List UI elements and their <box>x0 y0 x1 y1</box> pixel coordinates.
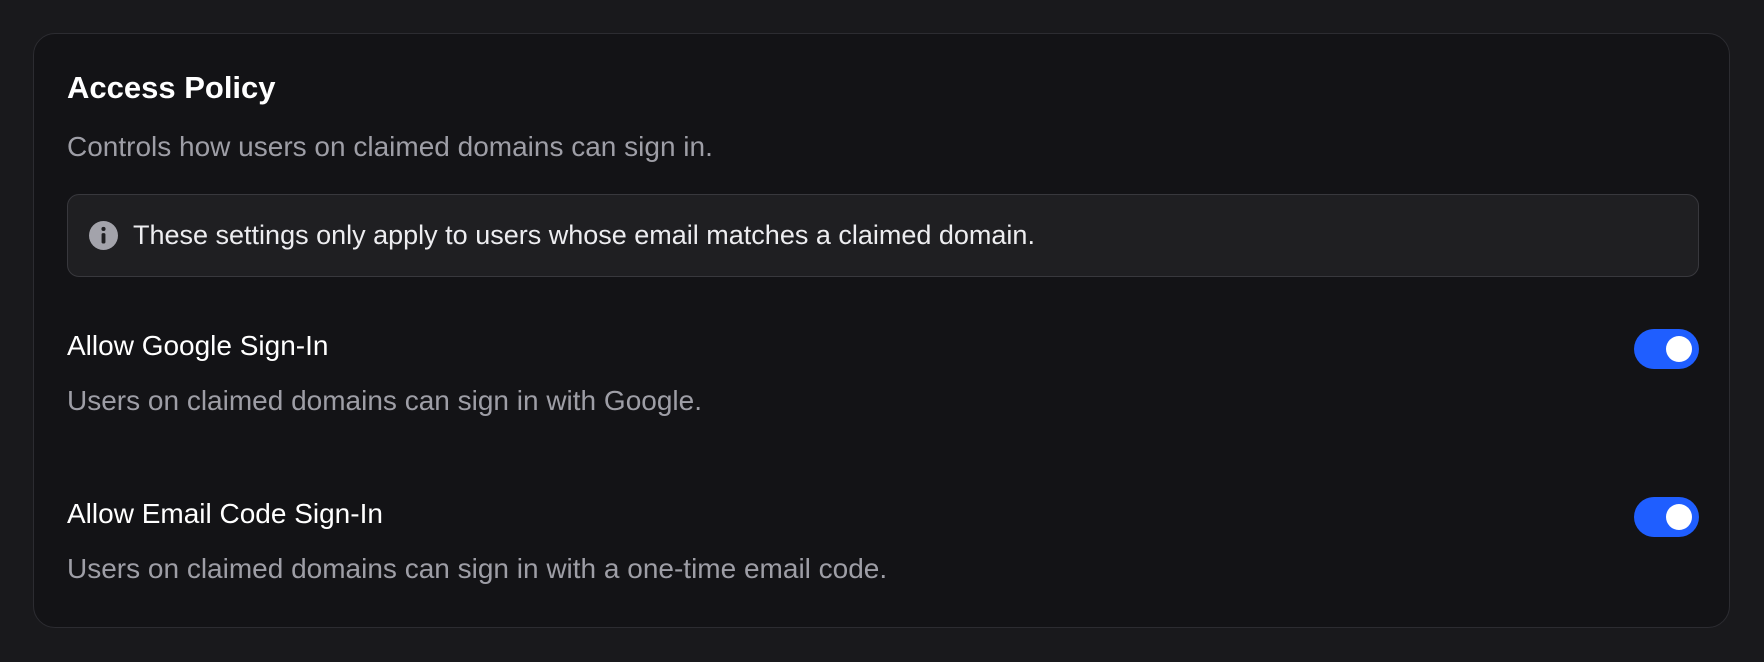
email-code-signin-description: Users on claimed domains can sign in wit… <box>67 553 888 584</box>
access-policy-card: Access Policy Controls how users on clai… <box>33 33 1730 628</box>
notice-text: These settings only apply to users whose… <box>133 220 1035 250</box>
card-title: Access Policy <box>67 70 276 105</box>
card-subtitle: Controls how users on claimed domains ca… <box>67 131 713 162</box>
email-code-signin-label: Allow Email Code Sign-In <box>67 498 383 529</box>
email-code-signin-toggle[interactable] <box>1634 497 1699 537</box>
google-signin-label: Allow Google Sign-In <box>67 330 329 361</box>
toggle-knob <box>1666 504 1692 530</box>
google-signin-toggle[interactable] <box>1634 329 1699 369</box>
toggle-knob <box>1666 336 1692 362</box>
info-notice: These settings only apply to users whose… <box>67 194 1699 277</box>
google-signin-description: Users on claimed domains can sign in wit… <box>67 385 702 416</box>
info-icon <box>89 221 118 250</box>
